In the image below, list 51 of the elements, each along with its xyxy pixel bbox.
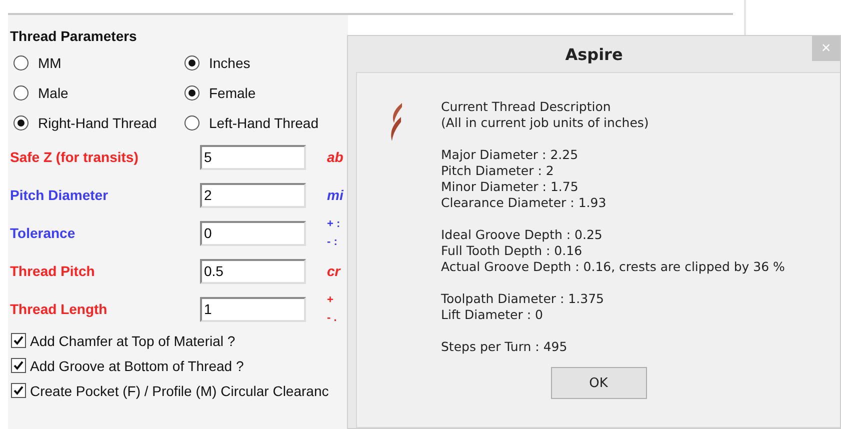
info-text: Toolpath Diameter : 1.375 [441, 291, 605, 307]
radio-label[interactable]: Right-Hand Thread [38, 115, 157, 131]
info-text: Clearance Diameter : 1.93 [441, 195, 608, 211]
input-field[interactable]: 0 [200, 220, 306, 246]
ok-button[interactable]: OK [550, 367, 646, 399]
info-text: Full Tooth Depth : 0.16 [441, 243, 584, 259]
info-text: Pitch Diameter : 2 [441, 163, 555, 179]
field-label: Tolerance [10, 225, 76, 241]
hint-text: ab [327, 149, 344, 165]
logo-icon [389, 103, 403, 141]
hint-text: - . [327, 311, 337, 326]
checkbox[interactable] [11, 358, 26, 373]
radio-label[interactable]: MM [38, 55, 62, 71]
radio-label[interactable]: Inches [209, 55, 250, 71]
radio-button[interactable] [13, 115, 29, 131]
field-label: Pitch Diameter [10, 187, 110, 203]
checkbox-label[interactable]: Add Chamfer at Top of Material ? [30, 332, 236, 348]
dialog-title: Aspire [565, 44, 623, 64]
radio-button[interactable] [13, 85, 29, 101]
field-label: Thread Pitch [10, 263, 96, 279]
info-text: Ideal Groove Depth : 0.25 [441, 227, 604, 243]
info-text: Actual Groove Depth : 0.16, crests are clipped by 36 % [441, 259, 785, 275]
hint-text: + [327, 293, 334, 308]
radio-button[interactable] [184, 55, 200, 71]
checkbox-label[interactable]: Add Groove at Bottom of Thread ? [30, 358, 244, 374]
radio-button[interactable] [13, 55, 29, 71]
info-text: Current Thread Description [441, 99, 612, 115]
radio-label[interactable]: Male [38, 85, 68, 101]
info-text: Lift Diameter : 0 [441, 307, 544, 323]
info-text: Major Diameter : 2.25 [441, 147, 580, 163]
checkbox[interactable] [11, 333, 26, 348]
input-field[interactable]: 1 [200, 296, 306, 322]
input-field[interactable]: 0.5 [200, 258, 306, 284]
checkbox[interactable] [11, 383, 26, 398]
info-text: Minor Diameter : 1.75 [441, 179, 580, 195]
radio-button[interactable] [184, 115, 200, 131]
input-field[interactable]: 5 [200, 144, 306, 170]
hint-text: - : [327, 235, 338, 250]
hint-text: + : [327, 217, 340, 232]
field-label: Safe Z (for transits) [10, 149, 140, 165]
section-heading: Thread Parameters [10, 28, 138, 46]
radio-button[interactable] [184, 85, 200, 101]
hint-text: cr [327, 263, 340, 279]
field-label: Thread Length [10, 301, 108, 317]
info-text: Steps per Turn : 495 [441, 339, 568, 355]
radio-label[interactable]: Female [209, 85, 256, 101]
hint-text: mi [327, 187, 344, 203]
checkbox-label[interactable]: Create Pocket (F) / Profile (M) Circular Clearanc [30, 382, 329, 398]
info-text: (All in current job units of inches) [441, 115, 650, 131]
radio-label[interactable]: Left-Hand Thread [209, 115, 318, 131]
input-field[interactable]: 2 [200, 182, 306, 208]
